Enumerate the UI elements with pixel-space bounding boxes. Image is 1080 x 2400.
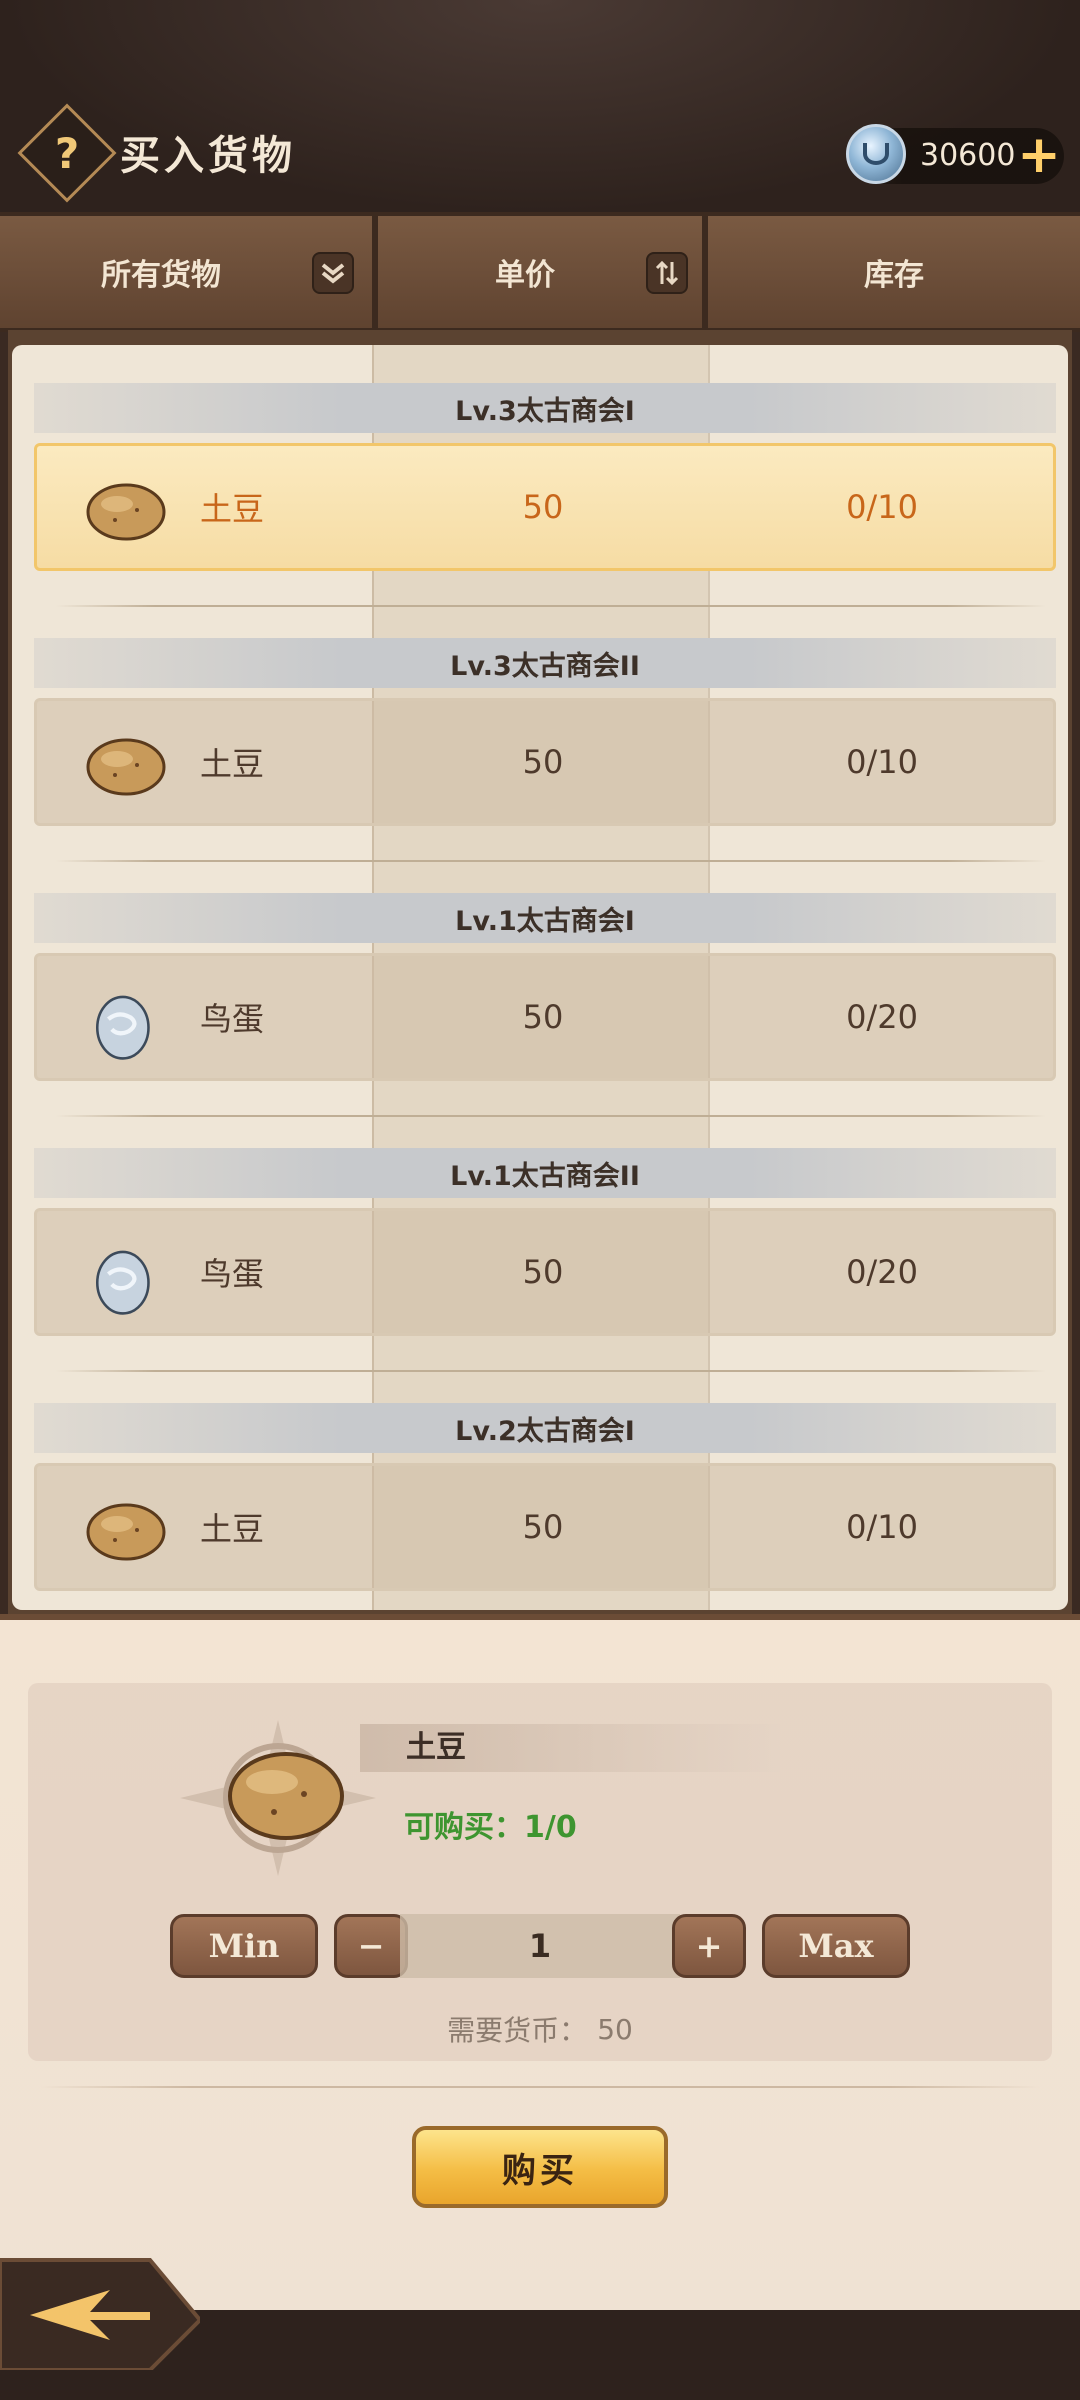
currency-value: 30600 bbox=[920, 138, 1016, 173]
potato-icon bbox=[86, 483, 166, 541]
cost-label: 需要货币： bbox=[447, 2014, 588, 2047]
selected-item-name: 土豆 bbox=[406, 1730, 466, 1765]
item-stock: 0/10 bbox=[846, 743, 918, 781]
min-button[interactable]: Min bbox=[170, 1914, 318, 1978]
page-title: 买入货物 bbox=[120, 133, 296, 179]
list-item[interactable]: 土豆 50 0/10 bbox=[34, 443, 1056, 571]
item-price: 50 bbox=[522, 998, 564, 1036]
item-stock: 0/20 bbox=[846, 1253, 918, 1291]
item-stock: 0/10 bbox=[846, 488, 918, 526]
item-name: 土豆 bbox=[199, 745, 264, 783]
item-price: 50 bbox=[522, 1253, 564, 1291]
egg-icon bbox=[95, 1250, 150, 1315]
item-stock: 0/10 bbox=[846, 1508, 918, 1546]
add-currency-button[interactable]: + bbox=[1014, 129, 1064, 181]
potato-icon bbox=[86, 738, 166, 796]
stock-column-header: 库存 bbox=[708, 216, 1080, 328]
price-label: 单价 bbox=[495, 258, 555, 293]
sort-icon[interactable] bbox=[646, 252, 688, 294]
item-preview-icon bbox=[180, 1720, 376, 1876]
stock-label: 库存 bbox=[864, 258, 924, 293]
group-title: Lv.1太古商会II bbox=[34, 1148, 1056, 1198]
item-price: 50 bbox=[522, 743, 564, 781]
list-item[interactable]: 土豆 50 0/10 bbox=[34, 1463, 1056, 1591]
potato-icon bbox=[86, 1503, 166, 1561]
item-stock: 0/20 bbox=[846, 998, 918, 1036]
minus-button[interactable]: − bbox=[334, 1914, 408, 1978]
egg-icon bbox=[95, 995, 150, 1060]
buy-button[interactable]: 购买 bbox=[412, 2126, 668, 2208]
list-item[interactable]: 鸟蛋 50 0/20 bbox=[34, 1208, 1056, 1336]
list-item[interactable]: 土豆 50 0/10 bbox=[34, 698, 1056, 826]
quantity-field[interactable]: 1 bbox=[400, 1914, 680, 1978]
purchase-limit: 可购买：1/0 bbox=[404, 1810, 577, 1845]
plus-button[interactable]: + bbox=[672, 1914, 746, 1978]
group-title: Lv.2太古商会I bbox=[34, 1403, 1056, 1453]
group-title: Lv.1太古商会I bbox=[34, 893, 1056, 943]
item-name: 土豆 bbox=[199, 490, 264, 528]
chevron-down-icon[interactable] bbox=[312, 252, 354, 294]
max-button[interactable]: Max bbox=[762, 1914, 910, 1978]
cost-value: 50 bbox=[597, 2012, 633, 2046]
list-item[interactable]: 鸟蛋 50 0/20 bbox=[34, 953, 1056, 1081]
required-cost: 需要货币： 50 bbox=[0, 2004, 1080, 2054]
item-name: 鸟蛋 bbox=[199, 1000, 264, 1038]
back-arrow-icon[interactable] bbox=[0, 2250, 200, 2370]
item-price: 50 bbox=[522, 1508, 564, 1546]
item-name: 鸟蛋 bbox=[199, 1255, 264, 1293]
filter-label: 所有货物 bbox=[101, 258, 221, 293]
currency-icon bbox=[846, 124, 906, 184]
item-price: 50 bbox=[522, 488, 564, 526]
item-name: 土豆 bbox=[199, 1510, 264, 1548]
group-title: Lv.3太古商会I bbox=[34, 383, 1056, 433]
column-header: 所有货物 单价 库存 bbox=[0, 212, 1080, 332]
question-mark-icon[interactable]: ? bbox=[32, 118, 102, 188]
group-title: Lv.3太古商会II bbox=[34, 638, 1056, 688]
goods-list[interactable]: Lv.3太古商会I 土豆 50 0/10 Lv.3太古商会II 土豆 50 0/… bbox=[12, 345, 1068, 1610]
